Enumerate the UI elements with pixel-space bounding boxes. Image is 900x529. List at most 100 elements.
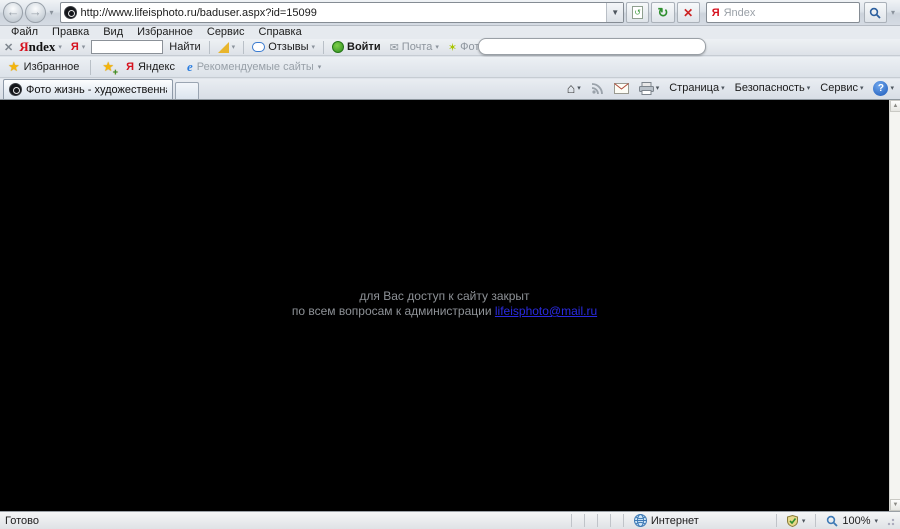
favorite-yandex-link[interactable]: Я Яндекс: [122, 58, 179, 77]
zoom-icon: [827, 515, 838, 527]
recommended-sites-button[interactable]: e Рекомендуемые сайты ▾: [183, 58, 325, 77]
menu-tools[interactable]: Сервис: [200, 26, 252, 39]
admin-email-link[interactable]: lifeisphoto@mail.ru: [495, 304, 597, 318]
toolbar-close-icon[interactable]: ✕: [4, 41, 13, 54]
command-bar: ⌂ ▾ ▾ Страница ▾ Безопасность ▾ Сервис ▾…: [564, 78, 897, 98]
search-options-dropdown-icon[interactable]: ▾: [889, 8, 897, 17]
search-icon: [870, 7, 882, 19]
mail-icon: [613, 82, 629, 94]
yandex-logo-menu[interactable]: Яndex ▾: [16, 39, 65, 55]
tab-favicon-icon: [9, 83, 22, 96]
read-mail-button[interactable]: [611, 79, 632, 98]
tools-menu-button[interactable]: Сервис ▾: [817, 79, 866, 98]
scroll-down-icon[interactable]: ▼: [890, 499, 900, 511]
search-placeholder: Яndex: [723, 6, 756, 19]
tab-active[interactable]: Фото жизнь - художественная фотография: [3, 79, 173, 99]
help-button[interactable]: ? ▾: [870, 79, 897, 98]
protected-mode-button[interactable]: ▾: [783, 514, 810, 527]
chevron-down-icon: ▾: [81, 44, 86, 51]
menu-file[interactable]: Файл: [4, 26, 45, 39]
chevron-down-icon: ▾: [317, 64, 322, 71]
menu-help[interactable]: Справка: [252, 26, 309, 39]
back-button[interactable]: ←: [3, 2, 24, 23]
rss-icon: [591, 82, 603, 94]
resize-grip[interactable]: [886, 514, 898, 527]
separator: [609, 514, 611, 527]
chevron-down-icon: ▾: [577, 85, 581, 92]
ya-icon: Я: [126, 61, 134, 73]
url-text[interactable]: http://www.lifeisphoto.ru/baduser.aspx?i…: [81, 7, 607, 19]
security-zone-pane: Интернет: [630, 514, 770, 527]
refresh-icon: ↻: [657, 4, 669, 20]
reviews-label: Отзывы: [268, 41, 309, 53]
new-tab-button[interactable]: [175, 82, 199, 99]
address-dropdown-icon[interactable]: ▼: [606, 3, 624, 22]
help-icon: ?: [873, 80, 889, 96]
toolbar-search-input[interactable]: [91, 40, 164, 54]
refresh-button[interactable]: ↻: [651, 2, 675, 23]
message-line2-text: по всем вопросам к администрации: [291, 304, 495, 318]
zoom-control[interactable]: 100% ▾: [822, 515, 882, 527]
feeds-button[interactable]: [588, 79, 607, 98]
navigation-bar: ← → ▾ http://www.lifeisphoto.ru/baduser.…: [0, 0, 900, 26]
page-menu-label: Страница: [669, 82, 720, 94]
separator: [622, 514, 624, 527]
menu-view[interactable]: Вид: [96, 26, 130, 39]
search-box[interactable]: Я Яndex: [705, 2, 860, 23]
yandex-logo-ya: Я: [19, 39, 29, 54]
page-menu-button[interactable]: Страница ▾: [666, 79, 727, 98]
favorites-bar: ★ Избранное ★ Я Яндекс e Рекомендуемые с…: [0, 57, 900, 78]
compatibility-view-button[interactable]: [626, 2, 650, 23]
site-favicon-icon: [63, 6, 77, 19]
zoom-level-label: 100%: [842, 514, 871, 527]
tools-menu-label: Сервис: [820, 82, 858, 94]
toolbar-find-button[interactable]: Найти: [166, 40, 203, 55]
home-icon: ⌂: [566, 80, 576, 96]
menu-edit[interactable]: Правка: [45, 26, 96, 39]
mail-button[interactable]: ✉ Почта ▾: [387, 40, 442, 55]
login-button[interactable]: Войти: [329, 40, 384, 55]
tab-bar: Фото жизнь - художественная фотография ⌂…: [0, 79, 900, 100]
printer-icon: [638, 81, 654, 95]
address-bar[interactable]: http://www.lifeisphoto.ru/baduser.aspx?i…: [59, 2, 625, 23]
stop-button[interactable]: ✕: [676, 2, 700, 23]
chevron-down-icon: ▾: [859, 85, 864, 92]
citation-index-icon: [217, 41, 229, 53]
page-content: для Вас доступ к сайту закрыт по всем во…: [0, 100, 900, 511]
separator: [583, 514, 585, 527]
tic-index-button[interactable]: ▾: [215, 40, 239, 55]
chevron-down-icon: ▾: [721, 85, 725, 92]
favorites-button[interactable]: ★ Избранное: [4, 58, 83, 77]
menu-favorites[interactable]: Избранное: [130, 26, 200, 39]
favorites-star-icon: ★: [8, 59, 20, 74]
ya-icon: Я: [70, 41, 79, 53]
chevron-down-icon: ▾: [58, 44, 62, 51]
add-favorite-button[interactable]: ★: [98, 58, 118, 77]
scroll-up-icon[interactable]: ▲: [890, 100, 900, 112]
chevron-down-icon: ▾: [655, 85, 660, 92]
vertical-scrollbar[interactable]: ▲ ▼: [889, 100, 900, 511]
separator: [243, 40, 245, 54]
tab-title: Фото жизнь - художественная фотография: [26, 83, 167, 96]
globe-icon: [633, 514, 647, 527]
stop-icon: ✕: [683, 5, 694, 20]
print-button[interactable]: ▾: [636, 79, 663, 98]
chevron-down-icon: ▾: [890, 85, 894, 92]
forward-button[interactable]: →: [25, 2, 46, 23]
separator: [90, 59, 92, 75]
home-button[interactable]: ⌂ ▾: [564, 79, 584, 98]
recent-pages-dropdown-icon[interactable]: ▾: [48, 8, 56, 17]
separator: [775, 514, 777, 527]
chevron-down-icon: ▾: [311, 44, 315, 51]
reviews-button[interactable]: Отзывы ▾: [249, 40, 318, 55]
chevron-down-icon: ▾: [435, 44, 439, 51]
ie-logo-icon: e: [186, 59, 193, 74]
yandex-toolbar: ✕ Яndex ▾ Я ▾ Найти ▾ Отзывы ▾ Войти ✉ П: [0, 38, 900, 56]
login-icon: [332, 41, 344, 53]
search-button[interactable]: [863, 2, 887, 23]
security-menu-button[interactable]: Безопасность ▾: [732, 79, 814, 98]
separator: [596, 514, 598, 527]
yandex-ya-menu[interactable]: Я ▾: [68, 40, 88, 55]
menu-bar: Файл Правка Вид Избранное Сервис Справка: [0, 26, 900, 39]
mail-label: Почта: [401, 41, 433, 53]
